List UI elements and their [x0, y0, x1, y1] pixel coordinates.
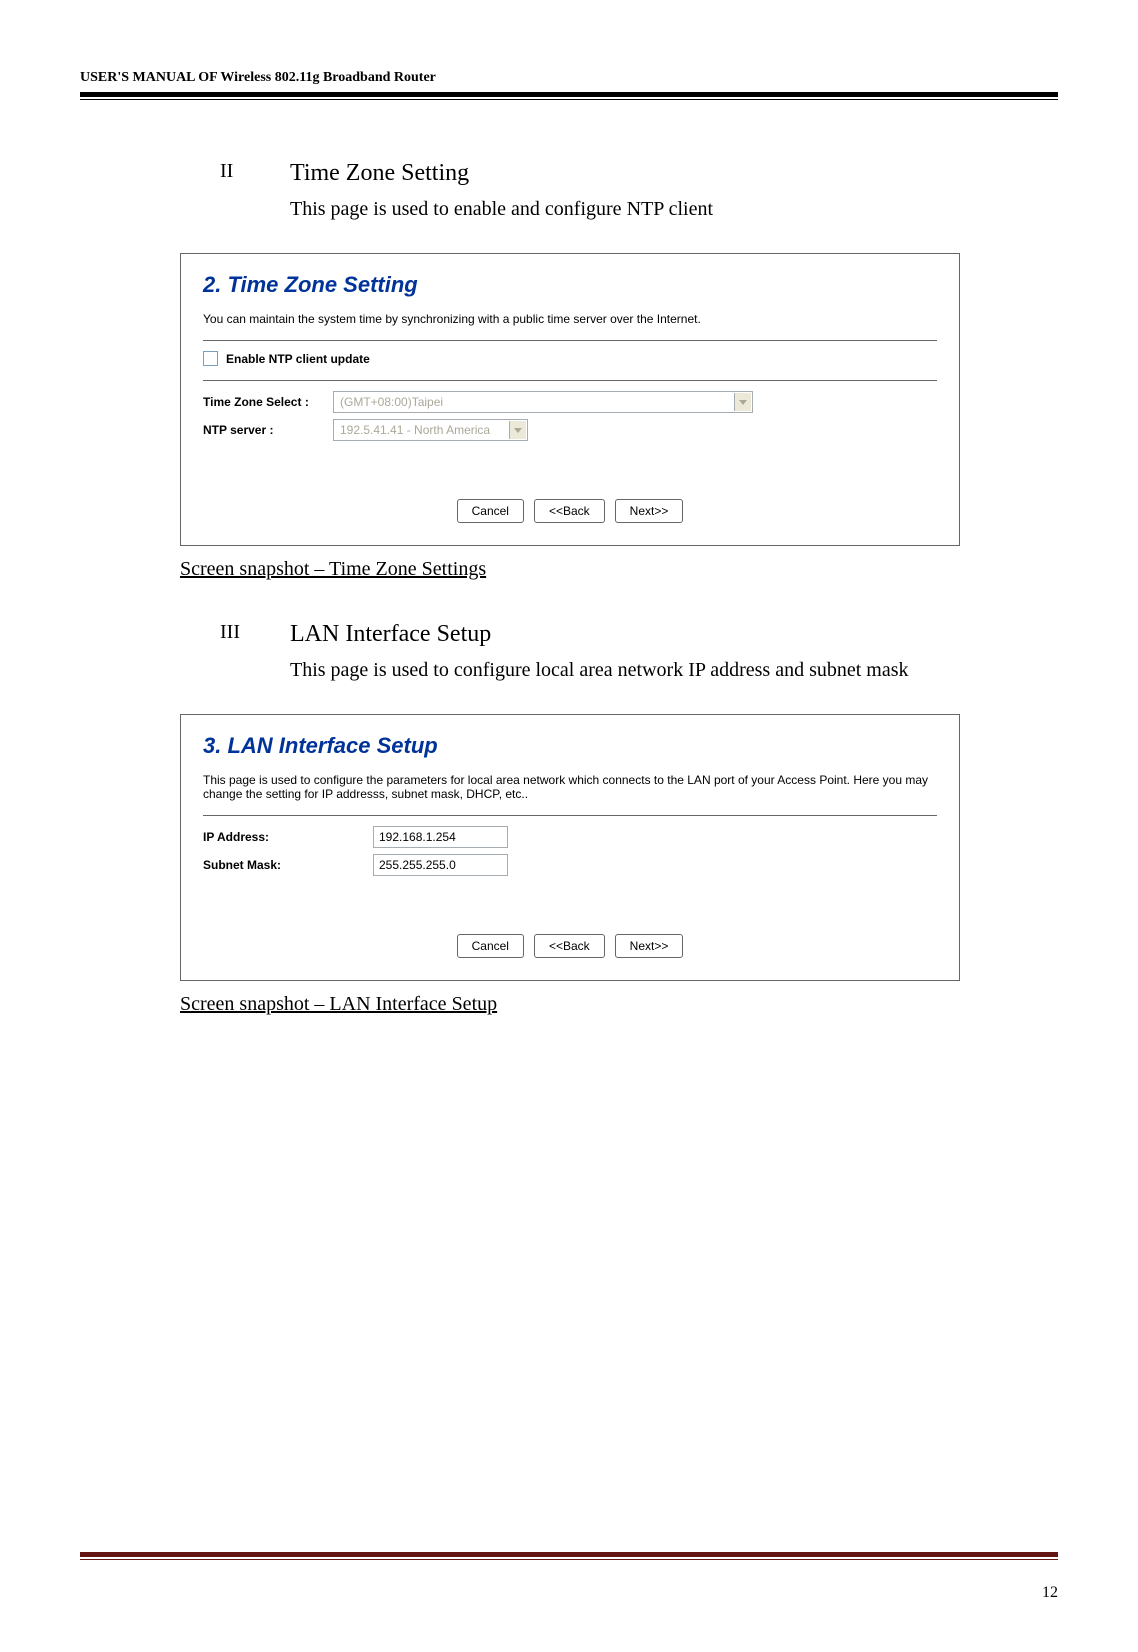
next-button[interactable]: Next>>: [615, 499, 684, 523]
section-iii-desc: This page is used to configure local are…: [290, 654, 1058, 686]
doc-header: USER'S MANUAL OF Wireless 802.11g Broadb…: [80, 70, 1058, 86]
ntp-enable-checkbox[interactable]: [203, 351, 218, 366]
tz-select[interactable]: (GMT+08:00)Taipei: [333, 391, 753, 413]
tz-select-label: Time Zone Select :: [203, 395, 333, 409]
section-iii-title: LAN Interface Setup: [290, 621, 491, 648]
roman-ii: II: [220, 160, 290, 187]
lan-divider: [203, 815, 937, 816]
time-zone-panel: 2. Time Zone Setting You can maintain th…: [180, 253, 960, 546]
tz-divider: [203, 340, 937, 341]
header-rule-thick: [80, 92, 1058, 97]
ntp-server-label: NTP server :: [203, 423, 333, 437]
subnet-mask-input[interactable]: [373, 854, 508, 876]
ntp-server-value: 192.5.41.41 - North America: [340, 423, 490, 437]
section-ii-header: II Time Zone Setting: [180, 160, 1058, 187]
tz-select-value: (GMT+08:00)Taipei: [340, 395, 443, 409]
tz-panel-subtitle: You can maintain the system time by sync…: [203, 312, 937, 326]
next-button[interactable]: Next>>: [615, 934, 684, 958]
lan-panel: 3. LAN Interface Setup This page is used…: [180, 714, 960, 981]
tz-panel-title: 2. Time Zone Setting: [203, 272, 937, 298]
ntp-enable-row: Enable NTP client update: [203, 351, 937, 366]
ntp-server-select[interactable]: 192.5.41.41 - North America: [333, 419, 528, 441]
ip-address-row: IP Address:: [203, 826, 937, 848]
section-ii-title: Time Zone Setting: [290, 160, 469, 187]
lan-caption: Screen snapshot – LAN Interface Setup: [180, 993, 1058, 1016]
ntp-enable-label: Enable NTP client update: [226, 352, 370, 366]
lan-panel-subtitle: This page is used to configure the param…: [203, 773, 937, 801]
lan-panel-title: 3. LAN Interface Setup: [203, 733, 937, 759]
ip-address-input[interactable]: [373, 826, 508, 848]
chevron-down-icon: [734, 393, 751, 411]
footer: 12: [80, 1552, 1058, 1602]
footer-rule-thin: [80, 1559, 1058, 1560]
page-number: 12: [80, 1584, 1058, 1602]
cancel-button[interactable]: Cancel: [457, 499, 524, 523]
lan-button-row: Cancel <<Back Next>>: [203, 934, 937, 958]
tz-select-row: Time Zone Select : (GMT+08:00)Taipei: [203, 391, 937, 413]
tz-divider-2: [203, 380, 937, 381]
tz-button-row: Cancel <<Back Next>>: [203, 499, 937, 523]
subnet-mask-label: Subnet Mask:: [203, 858, 373, 872]
section-iii-header: III LAN Interface Setup: [180, 621, 1058, 648]
chevron-down-icon: [509, 421, 526, 439]
footer-rule-thick: [80, 1552, 1058, 1557]
subnet-mask-row: Subnet Mask:: [203, 854, 937, 876]
section-ii-desc: This page is used to enable and configur…: [290, 193, 1058, 225]
header-rule-thin: [80, 99, 1058, 100]
roman-iii: III: [220, 621, 290, 648]
back-button[interactable]: <<Back: [534, 934, 605, 958]
tz-caption: Screen snapshot – Time Zone Settings: [180, 558, 1058, 581]
back-button[interactable]: <<Back: [534, 499, 605, 523]
ntp-server-row: NTP server : 192.5.41.41 - North America: [203, 419, 937, 441]
cancel-button[interactable]: Cancel: [457, 934, 524, 958]
ip-address-label: IP Address:: [203, 830, 373, 844]
